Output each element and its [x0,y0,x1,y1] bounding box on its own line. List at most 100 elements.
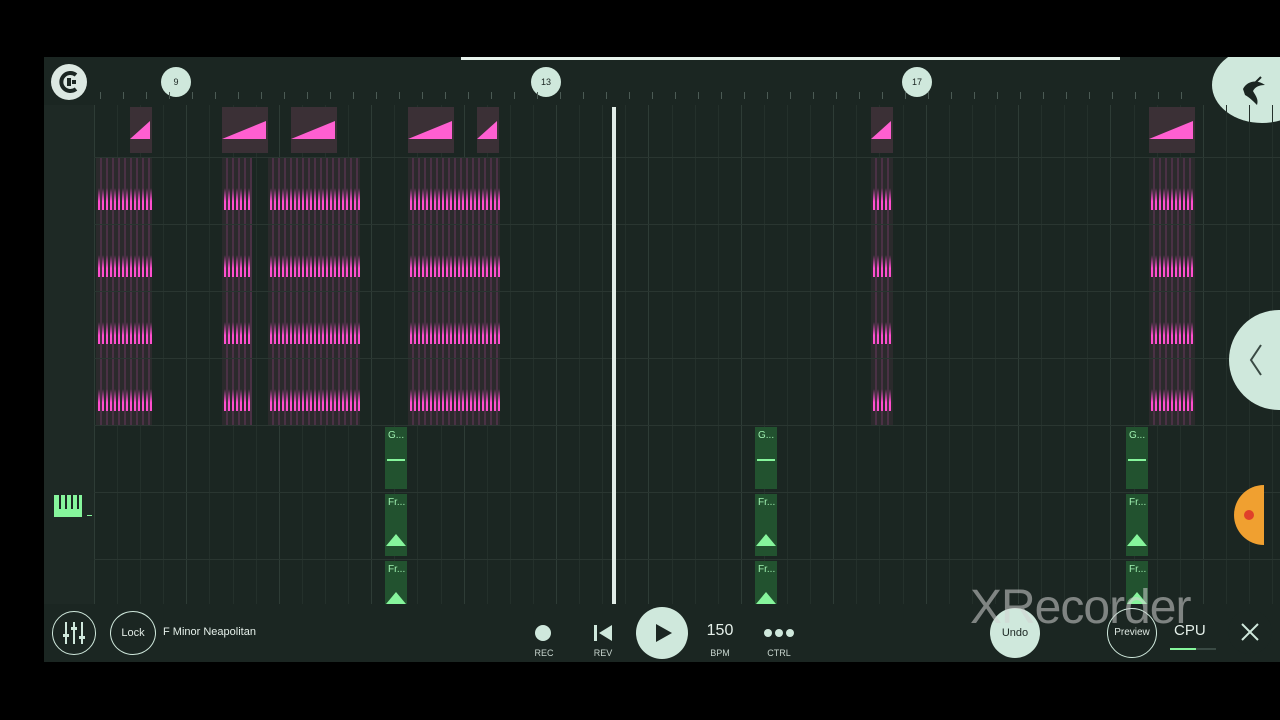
pattern-clip[interactable] [477,107,499,153]
grid-vline [856,105,857,604]
ruler-tick [376,92,377,99]
bar-marker-9[interactable]: 9 [161,67,191,97]
pattern-clip[interactable] [1149,225,1195,291]
pattern-clip[interactable]: G... [385,427,407,489]
pattern-clip[interactable] [130,107,152,153]
grid-vline [810,105,811,604]
pattern-clip-label: Fr... [1129,497,1147,508]
ruler-tick [1158,92,1159,99]
ruler-tick [767,92,768,99]
pattern-clip[interactable] [222,158,252,224]
mixer-button[interactable] [52,611,96,655]
bpm-value[interactable]: 150 [700,622,740,640]
ruler-tick [284,92,285,99]
ruler-tick [905,92,906,99]
more-button[interactable] [763,626,795,638]
pattern-clip[interactable] [408,292,500,358]
ruler-tick [399,92,400,99]
pattern-clip[interactable]: Fr... [755,561,777,604]
grid-vline [972,105,973,604]
ruler-tick [1066,92,1067,99]
ruler-tick [353,92,354,99]
cpu-meter [1170,648,1196,650]
pattern-clip-label: Fr... [758,564,776,575]
ruler-tick [560,92,561,99]
play-button[interactable] [636,607,688,659]
pattern-clip[interactable] [1149,292,1195,358]
pattern-clip[interactable] [222,107,268,153]
pattern-clip[interactable] [291,107,337,153]
song-progress-bar [461,57,1120,60]
pattern-clip[interactable]: G... [755,427,777,489]
piano-icon[interactable] [54,493,94,528]
grid-hline [44,425,1280,426]
pattern-clip[interactable]: Fr... [755,494,777,556]
pattern-clip[interactable] [268,225,360,291]
track-header[interactable] [44,425,94,492]
track-header[interactable] [44,157,94,224]
playlist-grid[interactable]: G... Fr... Fr... G... Fr... Fr... G... Fr... Fr.… [44,105,1280,604]
pattern-clip[interactable] [871,107,893,153]
logo-icon [59,71,78,93]
fl-fruit-icon [1243,76,1265,105]
track-header[interactable] [44,358,94,425]
rewind-button[interactable] [592,622,614,644]
ruler-tick [1135,92,1136,99]
lock-button[interactable]: Lock [110,611,156,655]
pattern-clip-label: Fr... [1129,564,1147,575]
close-button[interactable] [1228,610,1272,654]
pattern-clip[interactable] [222,225,252,291]
ruler-tick [468,92,469,99]
ruler-tick [1181,92,1182,99]
pattern-shape [1128,459,1146,461]
track-header[interactable] [44,559,94,604]
pattern-clip[interactable] [871,225,893,291]
pattern-clip[interactable] [1149,107,1195,153]
pattern-clip[interactable]: Fr... [1126,494,1148,556]
grid-vline [371,105,372,604]
pattern-clip[interactable]: G... [1126,427,1148,489]
grid-vline [1110,105,1111,604]
pattern-clip[interactable] [96,359,152,425]
pattern-clip[interactable] [871,292,893,358]
ruler-tick [652,92,653,99]
record-button[interactable] [535,625,551,641]
track-header[interactable] [44,291,94,358]
pattern-clip[interactable] [871,359,893,425]
timeline-ruler[interactable]: 9 13 17 [44,57,1280,123]
pattern-clip[interactable]: Fr... [385,561,407,604]
playhead[interactable] [612,107,616,605]
pattern-clip[interactable] [1149,359,1195,425]
pattern-clip[interactable] [408,359,500,425]
pattern-clip[interactable] [268,359,360,425]
main-menu-button[interactable] [51,64,87,100]
pattern-clip[interactable] [96,158,152,224]
pattern-clip[interactable] [96,292,152,358]
pattern-clip[interactable] [871,158,893,224]
ruler-tick [491,92,492,99]
track-header[interactable] [44,224,94,291]
grid-vline [625,105,626,604]
pattern-clip[interactable] [96,225,152,291]
grid-vline [833,105,834,604]
pattern-clip[interactable] [408,158,500,224]
bar-marker-13[interactable]: 13 [531,67,561,97]
ruler-tick [330,92,331,99]
pattern-clip[interactable] [268,292,360,358]
track-header[interactable] [44,105,94,157]
pattern-clip[interactable] [268,158,360,224]
ruler-tick [123,92,124,99]
pattern-clip[interactable]: Fr... [385,494,407,556]
scale-label[interactable]: F Minor Neapolitan [163,626,256,638]
grid-vline [510,105,511,604]
grid-vline [186,105,187,604]
grid-vline [926,105,927,604]
ruler-tick [238,92,239,99]
ruler-tick [146,92,147,99]
pattern-clip[interactable] [222,292,252,358]
pattern-clip[interactable] [408,107,454,153]
pattern-clip[interactable] [222,359,252,425]
pattern-clip[interactable] [1149,158,1195,224]
grid-vline [602,105,603,604]
pattern-clip[interactable] [408,225,500,291]
